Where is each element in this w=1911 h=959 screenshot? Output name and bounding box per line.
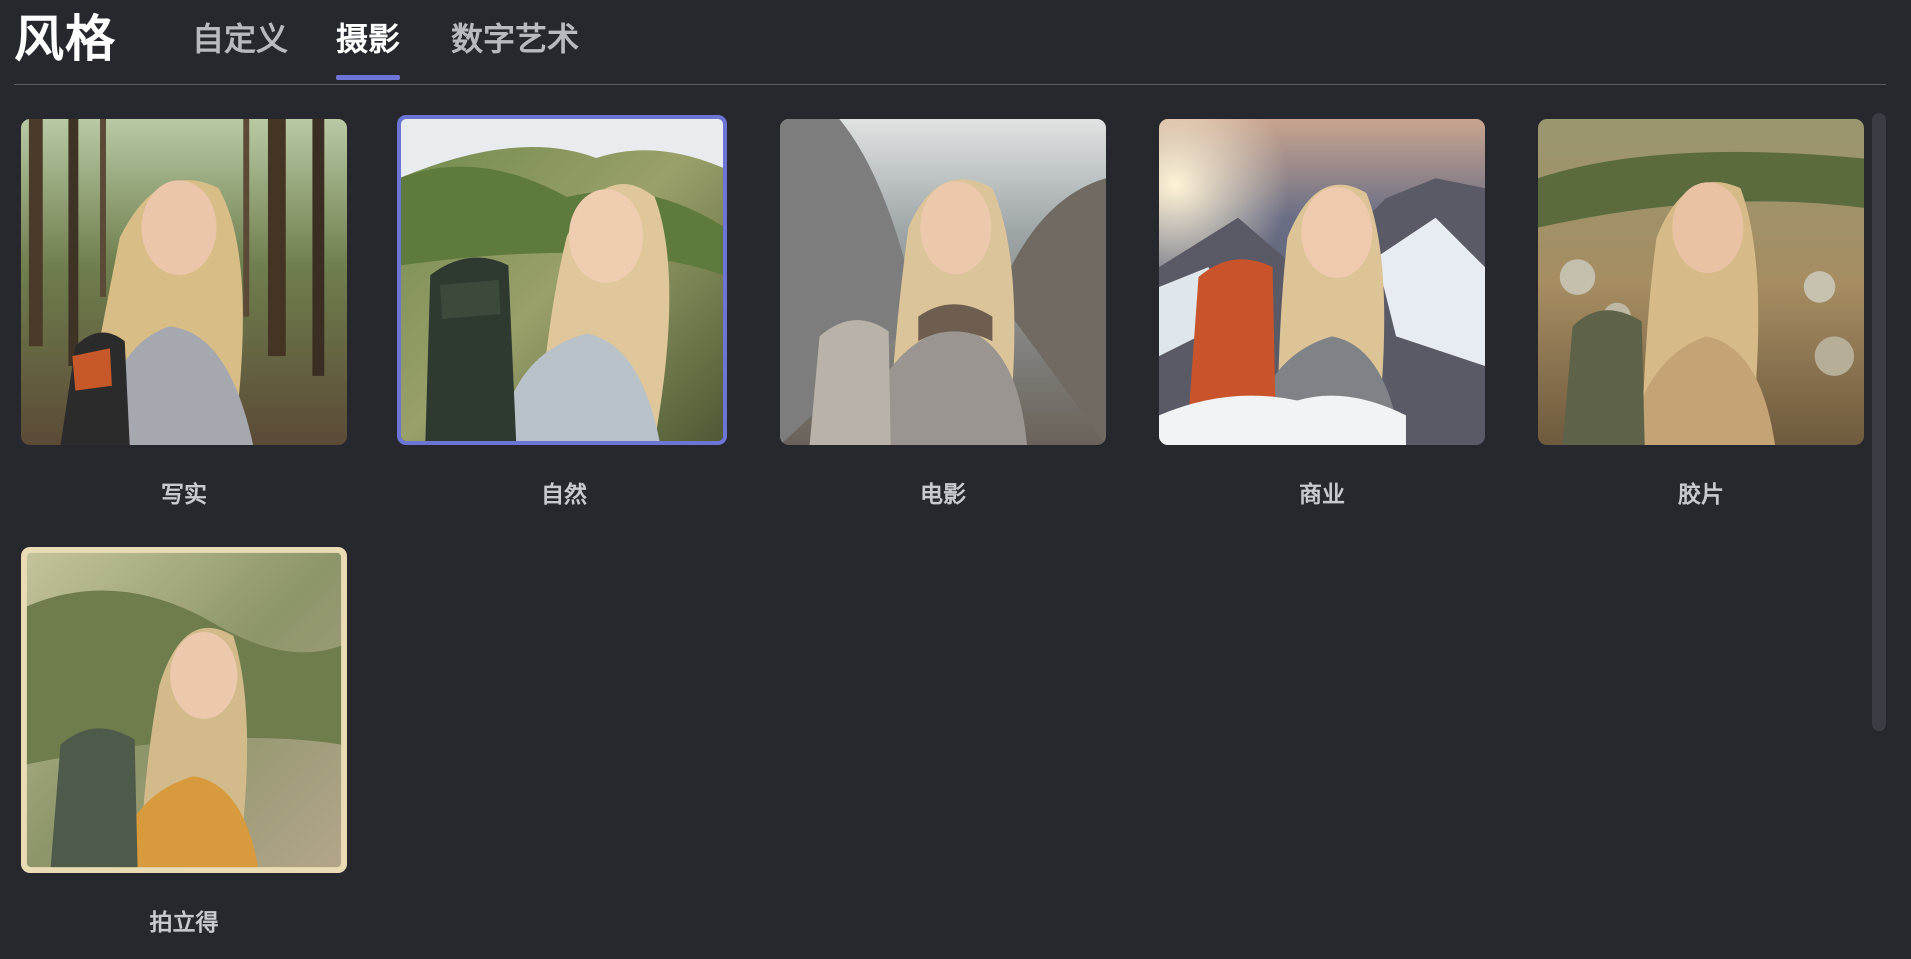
style-card-realistic[interactable]: 写实 — [15, 113, 347, 533]
style-card-cinematic[interactable]: 电影 — [774, 113, 1106, 533]
style-thumbnail — [397, 115, 727, 445]
style-card-commercial[interactable]: 商业 — [1153, 113, 1485, 533]
style-card-natural[interactable]: 自然 — [395, 113, 727, 533]
scrollbar[interactable] — [1872, 113, 1886, 731]
style-thumbnail — [1538, 119, 1864, 445]
style-grid: 写实 自然 电影 商业 胶片 拍立得 — [0, 0, 1880, 959]
style-label: 胶片 — [1678, 482, 1724, 508]
style-picker-panel: 风格 自定义 摄影 数字艺术 写实 自然 电影 商业 胶片 拍立得 — [0, 0, 1911, 959]
style-label: 写实 — [161, 482, 207, 508]
style-thumbnail — [1159, 119, 1485, 445]
style-thumbnail — [21, 547, 347, 873]
style-label: 商业 — [1299, 482, 1345, 508]
style-label: 电影 — [920, 482, 966, 508]
style-thumbnail — [780, 119, 1106, 445]
style-card-polaroid[interactable]: 拍立得 — [15, 541, 347, 959]
style-label: 拍立得 — [149, 910, 219, 936]
style-thumbnail — [21, 119, 347, 445]
style-card-film[interactable]: 胶片 — [1532, 113, 1864, 533]
style-label: 自然 — [541, 482, 587, 508]
